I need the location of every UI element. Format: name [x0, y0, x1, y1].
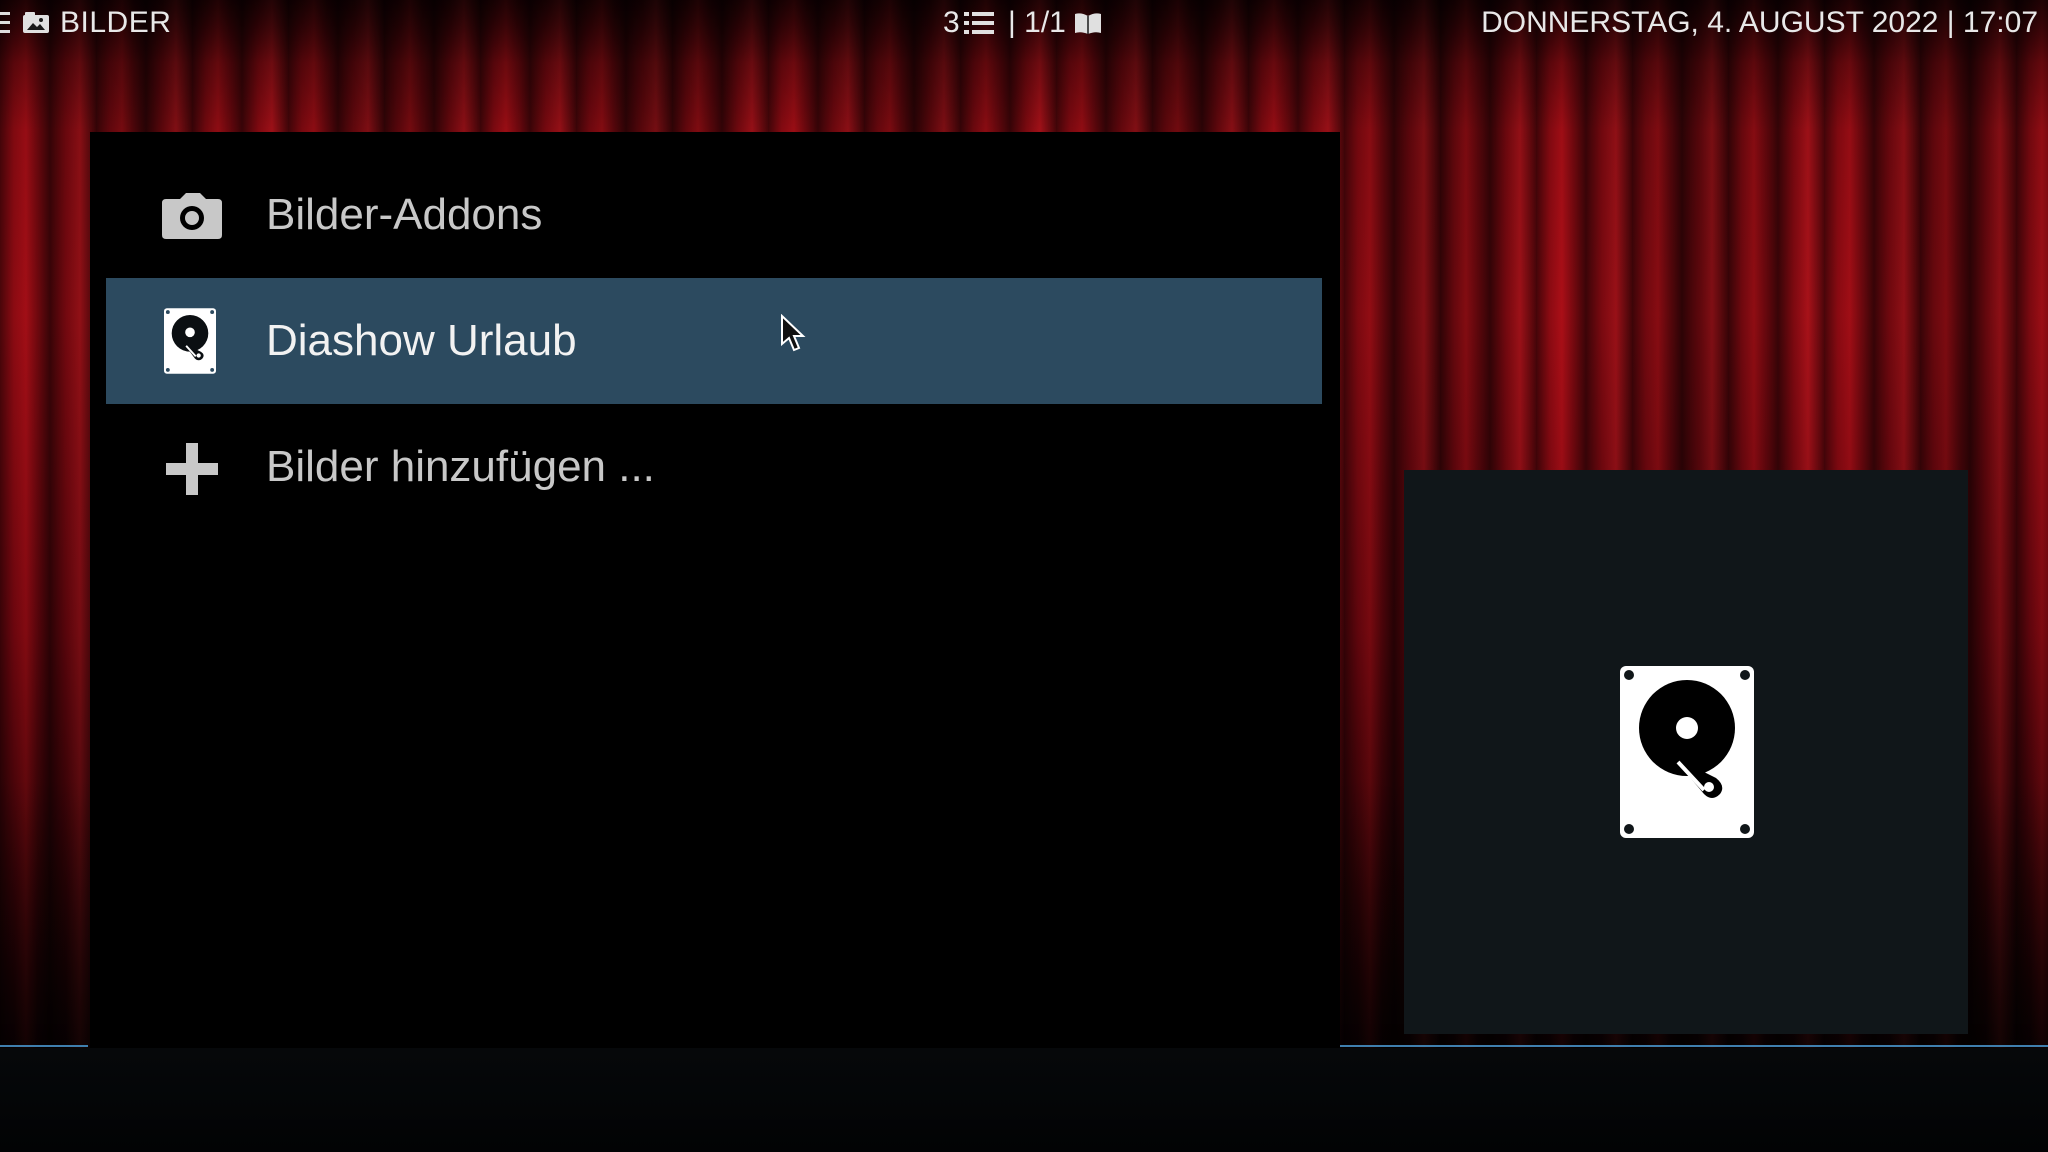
source-list: Bilder-Addons Diashow Urlaub Bilder hinz…: [90, 132, 1340, 1048]
page-indicator: | 1/1: [1008, 6, 1066, 39]
hard-drive-icon: [1620, 666, 1754, 838]
list-item-add-pictures[interactable]: Bilder hinzufügen ...: [106, 404, 1322, 530]
list-item-picture-addons[interactable]: Bilder-Addons: [106, 152, 1322, 278]
accent-line-left: [0, 1045, 88, 1047]
preview-panel: [1404, 470, 1968, 1034]
list-item-label: Bilder-Addons: [266, 190, 543, 239]
mouse-cursor-icon: [781, 314, 806, 352]
list-icon: [964, 12, 994, 34]
kodi-screen: BILDER 3 | 1/1 DONNERSTAG, 4. AUGUST 202…: [0, 0, 2048, 1152]
plus-icon: [166, 443, 218, 495]
menu-icon[interactable]: [0, 12, 10, 34]
date-time: DONNERSTAG, 4. AUGUST 2022 | 17:07: [1481, 6, 2038, 39]
accent-line-right: [1340, 1045, 2048, 1047]
pictures-icon: [23, 12, 49, 33]
top-bar: BILDER 3 | 1/1 DONNERSTAG, 4. AUGUST 202…: [0, 0, 2048, 46]
window-title: BILDER: [60, 6, 172, 39]
book-icon: [1075, 13, 1101, 34]
hard-drive-icon: [164, 308, 216, 374]
list-item-slideshow-vacation[interactable]: Diashow Urlaub: [106, 278, 1322, 404]
list-item-label: Bilder hinzufügen ...: [266, 442, 655, 491]
camera-icon: [162, 193, 222, 239]
item-count: 3: [943, 6, 960, 39]
list-item-label: Diashow Urlaub: [266, 316, 577, 365]
bottom-bar: [0, 1048, 2048, 1152]
